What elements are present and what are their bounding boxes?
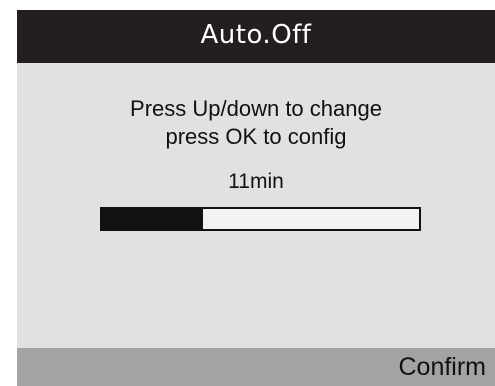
instruction-line-1: Press Up/down to change xyxy=(130,96,382,121)
title-bar: Auto.Off xyxy=(17,10,495,63)
auto-off-progress-fill xyxy=(102,209,204,229)
device-screen: Auto.Off Press Up/down to change press O… xyxy=(17,10,495,386)
auto-off-value: 11min xyxy=(228,170,284,193)
confirm-button[interactable]: Confirm xyxy=(398,348,486,386)
screen-title: Auto.Off xyxy=(200,19,312,50)
auto-off-progress-bar[interactable] xyxy=(100,207,421,231)
footer-bar: Confirm xyxy=(17,348,495,386)
instruction-line-2: press OK to config xyxy=(165,124,347,149)
settings-content: Press Up/down to change press OK to conf… xyxy=(17,63,495,345)
